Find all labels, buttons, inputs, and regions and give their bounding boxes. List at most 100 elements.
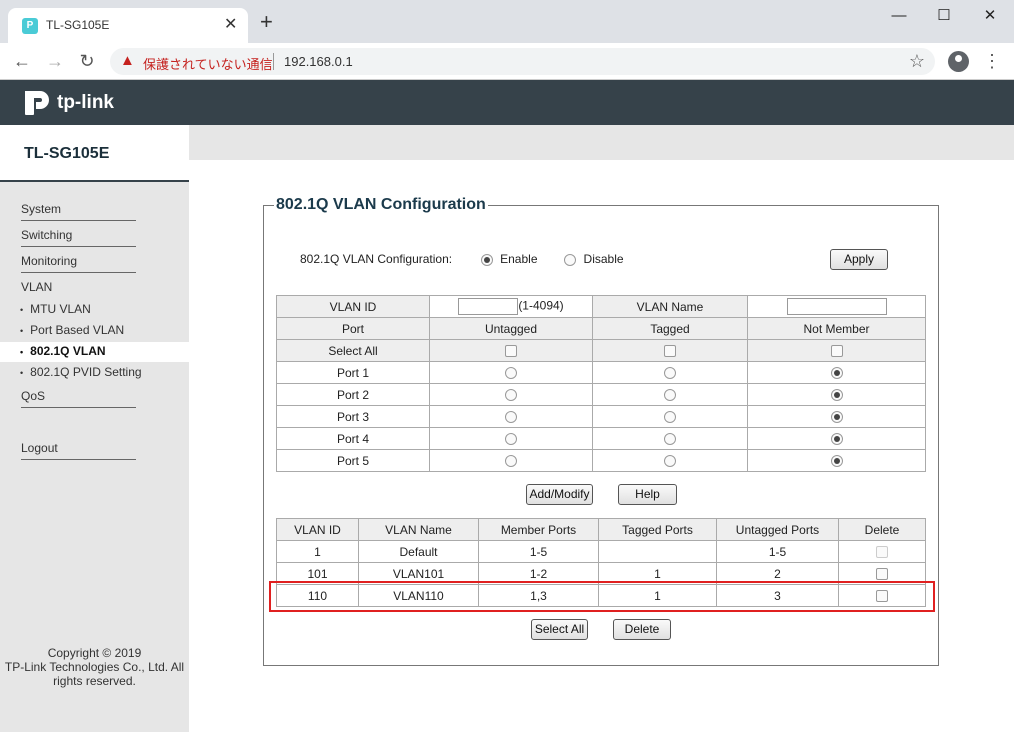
close-window-button[interactable]: ✕ (976, 6, 1004, 26)
reload-icon[interactable]: ↻ (75, 50, 99, 72)
port-not-member-radio[interactable] (830, 411, 843, 424)
port-option-cell (592, 427, 748, 450)
vlan-edit-table: VLAN ID (1-4094) VLAN Name Port Untagged… (276, 295, 926, 472)
select-all-row-label: Select All (276, 339, 430, 362)
sidebar-item-system[interactable]: System (21, 202, 136, 221)
apply-button[interactable]: Apply (830, 249, 888, 270)
col-header-vlan-id: VLAN ID (276, 518, 359, 541)
select-all-tagged-cell (592, 339, 748, 362)
port-name: Port 5 (276, 449, 430, 472)
port-row: Port 2 (276, 383, 926, 406)
vlan-id-label: VLAN ID (276, 295, 430, 318)
vlan-config-label: 802.1Q VLAN Configuration: (300, 252, 453, 266)
port-name: Port 1 (276, 361, 430, 384)
sidebar-item-qos[interactable]: QoS (21, 389, 136, 408)
vlan-row: 1 Default 1-5 1-5 (276, 540, 926, 563)
port-not-member-radio[interactable] (830, 433, 843, 446)
port-tagged-radio[interactable] (664, 455, 676, 468)
tab-title: TL-SG105E (46, 18, 110, 32)
sidebar-item-switching[interactable]: Switching (21, 228, 136, 247)
browser-tab[interactable]: P TL-SG105E ✕ (8, 8, 248, 43)
sidebar-item-vlan[interactable]: VLAN (21, 280, 136, 298)
port-untagged-radio[interactable] (505, 411, 517, 424)
url-text[interactable]: 192.168.0.1 (284, 54, 353, 69)
vlan-config-toggle-row: 802.1Q VLAN Configuration: Enable Disabl… (300, 252, 624, 266)
vlan-cell-name: Default (358, 540, 479, 563)
sidebar-item-8021q-pvid[interactable]: 802.1Q PVID Setting (20, 365, 141, 379)
minimize-window-button[interactable]: — (885, 6, 913, 26)
select-all-not-member-checkbox[interactable] (830, 345, 843, 358)
add-modify-button[interactable]: Add/Modify (526, 484, 593, 505)
help-button[interactable]: Help (618, 484, 677, 505)
enable-radio[interactable] (480, 253, 493, 266)
highlight-box (269, 581, 935, 612)
bookmark-star-icon[interactable]: ☆ (909, 51, 925, 71)
port-tagged-radio[interactable] (664, 389, 676, 402)
select-all-button[interactable]: Select All (531, 619, 588, 640)
col-header-member-ports: Member Ports (478, 518, 599, 541)
sidebar-item-monitoring[interactable]: Monitoring (21, 254, 136, 273)
header-strip (189, 125, 1014, 160)
more-menu-icon[interactable]: ⋮ (983, 51, 1001, 71)
port-option-cell (747, 427, 926, 450)
vlan-name-input[interactable] (786, 298, 887, 315)
vlan-name-cell (747, 295, 926, 318)
copyright-line: Copyright © 2019 (47, 646, 142, 660)
port-untagged-radio[interactable] (505, 389, 517, 402)
col-header-port: Port (276, 317, 430, 340)
port-option-cell (747, 361, 926, 384)
delete-row-checkbox[interactable] (876, 568, 888, 581)
brand-logo-text: tp-link (57, 92, 114, 113)
col-header-untagged: Untagged (429, 317, 593, 340)
port-tagged-radio[interactable] (664, 433, 676, 446)
new-tab-button[interactable]: + (260, 11, 273, 33)
forward-arrow-icon[interactable]: → (43, 50, 67, 72)
sidebar-item-logout[interactable]: Logout (21, 441, 136, 460)
col-header-tagged: Tagged (592, 317, 748, 340)
security-warning-text[interactable]: 保護されていない通信 (143, 54, 273, 73)
port-option-cell (429, 427, 593, 450)
maximize-window-button[interactable]: ☐ (930, 6, 958, 26)
sidebar-item-port-based-vlan[interactable]: Port Based VLAN (20, 323, 124, 337)
port-row: Port 3 (276, 405, 926, 428)
col-header-untagged-ports: Untagged Ports (716, 518, 839, 541)
port-name: Port 2 (276, 383, 430, 406)
profile-avatar-icon[interactable] (948, 51, 969, 72)
close-tab-icon[interactable]: ✕ (224, 15, 237, 35)
vlan-cell-id: 1 (276, 540, 359, 563)
port-option-cell (592, 383, 748, 406)
browser-tab-strip: P TL-SG105E ✕ + — ☐ ✕ (0, 0, 1014, 43)
copyright-text: Copyright © 2019 TP-Link Technologies Co… (0, 646, 189, 688)
sidebar-item-mtu-vlan[interactable]: MTU VLAN (20, 302, 91, 316)
port-option-cell (747, 405, 926, 428)
port-not-member-radio[interactable] (830, 367, 843, 380)
port-untagged-radio[interactable] (505, 433, 517, 446)
port-not-member-radio[interactable] (830, 455, 843, 468)
port-option-cell (747, 383, 926, 406)
port-name: Port 4 (276, 427, 430, 450)
select-all-tagged-checkbox[interactable] (664, 345, 676, 358)
vlan-cell-tagged (598, 540, 717, 563)
port-not-member-radio[interactable] (830, 389, 843, 402)
browser-toolbar: ← → ↻ ▲ 保護されていない通信 192.168.0.1 ☆ ⋮ (0, 43, 1014, 80)
sidebar-item-8021q-vlan[interactable]: 802.1Q VLAN (20, 344, 105, 358)
port-untagged-radio[interactable] (505, 367, 517, 380)
vlan-cell-untagged: 1-5 (716, 540, 839, 563)
port-option-cell (592, 449, 748, 472)
enable-label: Enable (500, 252, 538, 266)
disable-radio[interactable] (564, 253, 577, 266)
back-arrow-icon[interactable]: ← (10, 50, 34, 72)
port-tagged-radio[interactable] (664, 367, 676, 380)
vlan-id-range-hint: (1-4094) (518, 298, 564, 313)
port-untagged-radio[interactable] (505, 455, 517, 468)
vlan-id-input[interactable] (458, 298, 519, 315)
port-tagged-radio[interactable] (664, 411, 676, 424)
select-all-untagged-checkbox[interactable] (505, 345, 517, 358)
port-row: Port 5 (276, 449, 926, 472)
delete-button[interactable]: Delete (613, 619, 671, 640)
col-header-vlan-name: VLAN Name (358, 518, 479, 541)
address-bar[interactable]: ▲ 保護されていない通信 192.168.0.1 ☆ (110, 48, 935, 75)
vlan-cell-delete (838, 540, 926, 563)
vlan-cell-members: 1-5 (478, 540, 599, 563)
port-option-cell (429, 361, 593, 384)
